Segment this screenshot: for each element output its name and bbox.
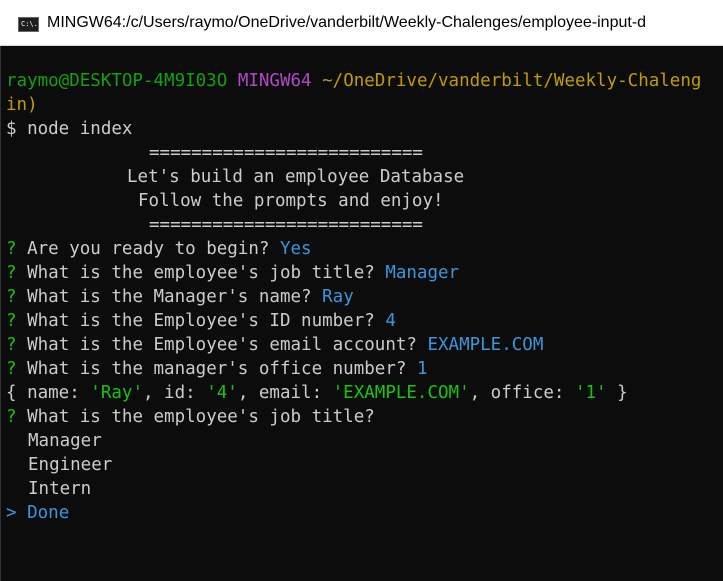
object-email-key: , email: bbox=[237, 383, 333, 403]
question-answer: 1 bbox=[416, 359, 428, 379]
question-answer: 4 bbox=[385, 311, 396, 331]
question-mark: ? bbox=[6, 359, 17, 379]
question-line: ? What is the Manager's name? Ray bbox=[6, 285, 354, 309]
object-name-value: 'Ray' bbox=[90, 383, 143, 403]
question-answer: Ray bbox=[322, 287, 354, 307]
question-line: ? What is the employee's job title? Mana… bbox=[6, 261, 459, 285]
question-answer: Manager bbox=[385, 263, 460, 283]
question-mark: ? bbox=[6, 407, 17, 427]
question-mark: ? bbox=[6, 335, 17, 355]
choice-engineer[interactable]: Engineer bbox=[28, 453, 112, 477]
choice-manager[interactable]: Manager bbox=[28, 429, 102, 453]
choice-done-label: Done bbox=[27, 503, 70, 523]
question-text: What is the Employee's ID number? bbox=[27, 311, 375, 331]
banner-title: Let's build an employee Database bbox=[127, 167, 465, 187]
terminal-icon: C:\. bbox=[18, 17, 39, 32]
window-title: MINGW64:/c/Users/raymo/OneDrive/vanderbi… bbox=[47, 14, 647, 31]
prompt-env: MINGW64 bbox=[237, 71, 312, 91]
shell-prompt-line: raymo@DESKTOP-4M9I03O MINGW64 ~/OneDrive… bbox=[6, 69, 701, 93]
question-text: What is the Manager's name? bbox=[27, 287, 312, 307]
question-text: What is the employee's job title? bbox=[27, 263, 375, 283]
object-office-key: , office: bbox=[469, 383, 575, 403]
banner-subtitle: Follow the prompts and enjoy! bbox=[138, 191, 444, 211]
choice-done[interactable]: > Done bbox=[6, 501, 69, 525]
object-email-value: 'EXAMPLE.COM' bbox=[332, 383, 470, 403]
question-line: ? What is the Employee's email account? … bbox=[6, 333, 543, 357]
question-answer: Yes bbox=[279, 239, 312, 259]
question-mark: ? bbox=[6, 287, 17, 307]
selection-pointer: > bbox=[6, 503, 17, 523]
banner-rule-top: ========================== bbox=[149, 143, 423, 163]
question-text: What is the employee's job title? bbox=[27, 407, 375, 427]
prompt-path: ~/OneDrive/vanderbilt/Weekly-Chaleng bbox=[322, 71, 702, 91]
window-titlebar[interactable]: C:\. MINGW64:/c/Users/raymo/OneDrive/van… bbox=[0, 0, 723, 46]
object-output-line: { name: 'Ray', id: '4', email: 'EXAMPLE.… bbox=[6, 381, 628, 405]
question-answer: EXAMPLE.COM bbox=[427, 335, 544, 355]
object-open: { name: bbox=[6, 383, 91, 403]
object-id-key: , id: bbox=[142, 383, 207, 403]
choice-intern[interactable]: Intern bbox=[28, 477, 91, 501]
current-question-line: ? What is the employee's job title? bbox=[6, 405, 375, 429]
prompt-path-continuation: in) bbox=[6, 95, 38, 115]
terminal-output[interactable]: raymo@DESKTOP-4M9I03O MINGW64 ~/OneDrive… bbox=[0, 46, 723, 581]
question-mark: ? bbox=[6, 239, 17, 259]
question-text: What is the manager's office number? bbox=[27, 359, 407, 379]
object-id-value: '4' bbox=[206, 383, 238, 403]
question-line: ? What is the Employee's ID number? 4 bbox=[6, 309, 396, 333]
prompt-user-host: raymo@DESKTOP-4M9I03O bbox=[6, 71, 228, 91]
question-line: ? Are you ready to begin? Yes bbox=[6, 237, 312, 261]
banner-rule-bottom: ========================== bbox=[149, 215, 423, 235]
question-mark: ? bbox=[6, 263, 17, 283]
command-line: $ node index bbox=[6, 119, 133, 139]
question-text: What is the Employee's email account? bbox=[27, 335, 417, 355]
question-line: ? What is the manager's office number? 1 bbox=[6, 357, 427, 381]
object-close: } bbox=[606, 383, 628, 403]
object-office-value: '1' bbox=[574, 383, 607, 403]
question-text: Are you ready to begin? bbox=[27, 239, 270, 259]
question-mark: ? bbox=[6, 311, 17, 331]
